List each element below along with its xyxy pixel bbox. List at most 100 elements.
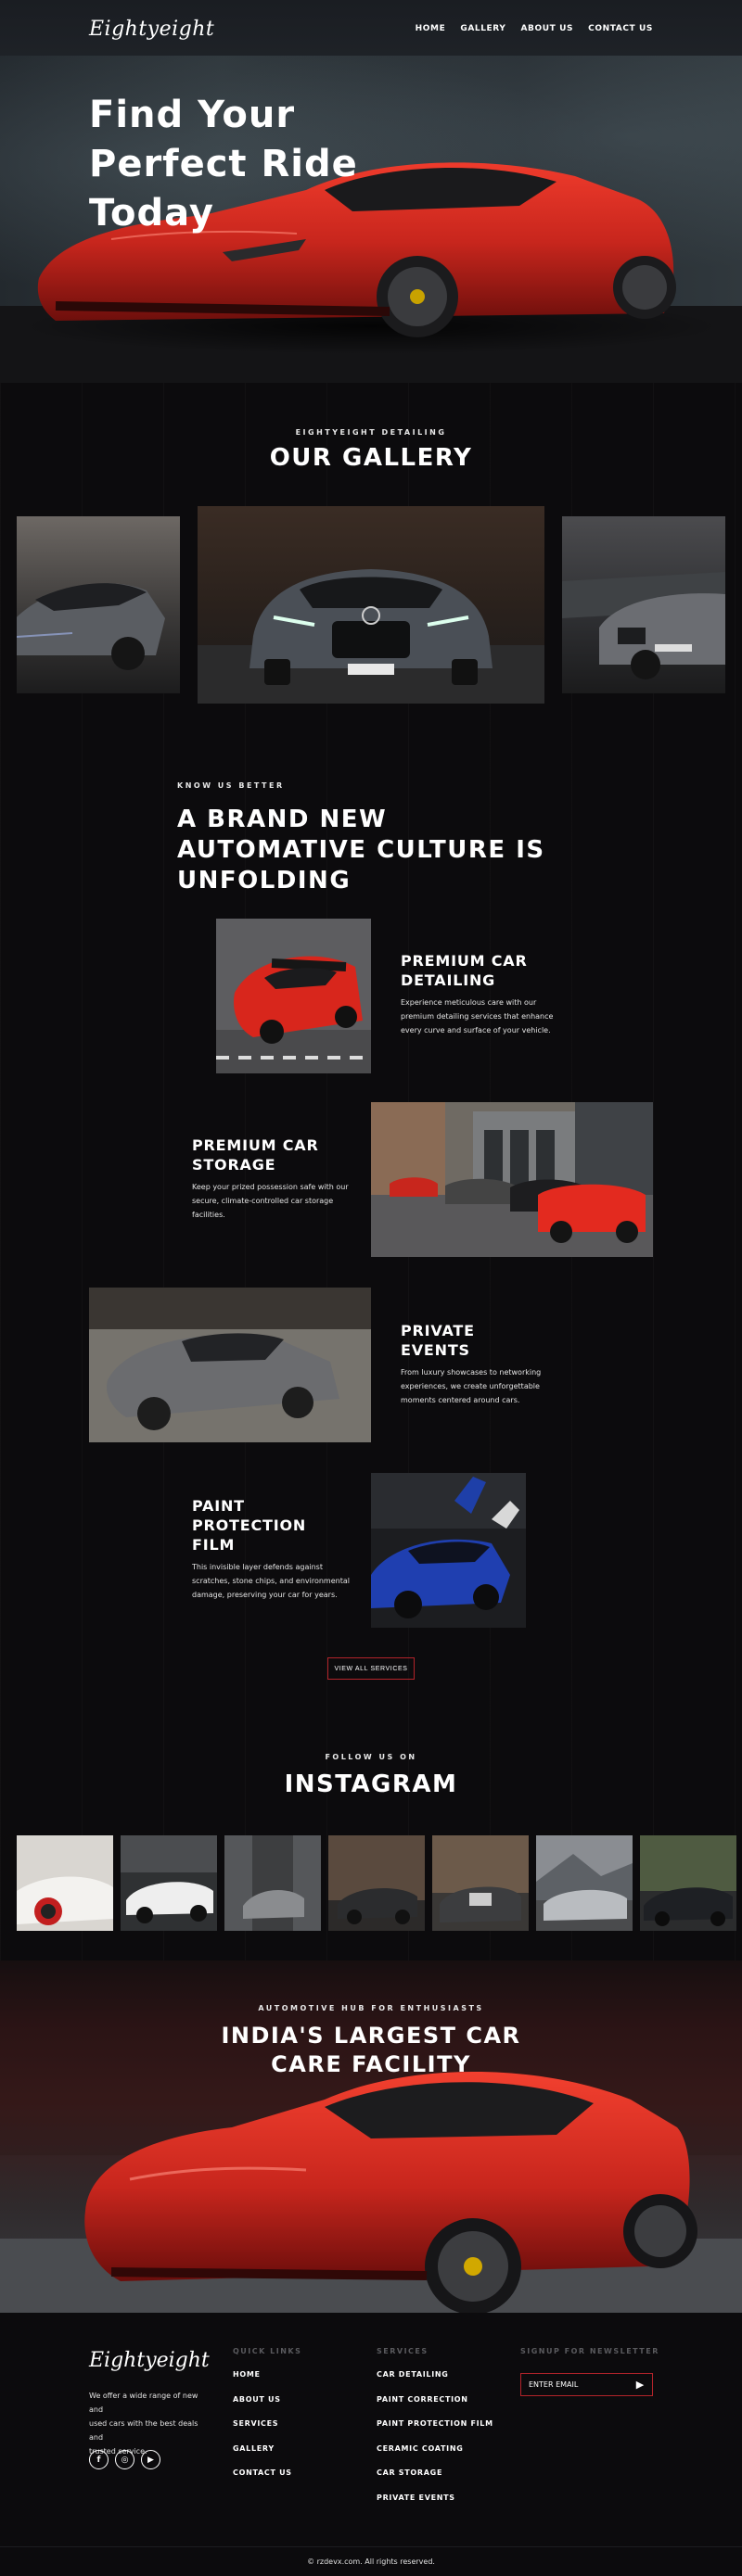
service-desc-ppf: This invisible layer defends against scr… xyxy=(192,1560,350,1602)
service-desc-line: Keep your prized possession safe with ou… xyxy=(192,1183,349,1191)
gallery-title: OUR GALLERY xyxy=(269,444,473,472)
service-title-detailing: PREMIUM CAR DETAILING xyxy=(401,951,528,990)
service-title-line: PAINT xyxy=(192,1497,245,1515)
gallery-image-center[interactable] xyxy=(198,506,544,704)
footer-link-services[interactable]: SERVICES xyxy=(233,2419,301,2444)
service-title-line: PRIVATE xyxy=(401,1322,475,1339)
instagram-post[interactable] xyxy=(17,1835,113,1931)
service-title-line: PREMIUM CAR xyxy=(401,952,528,970)
service-desc-line: secure, climate-controlled car storage xyxy=(192,1197,334,1205)
banner-text: AUTOMOTIVE HUB FOR ENTHUSIASTS INDIA'S L… xyxy=(0,2004,742,2079)
about-header: KNOW US BETTER A BRAND NEW AUTOMATIVE CU… xyxy=(177,781,545,896)
footer-service-link[interactable]: CERAMIC COATING xyxy=(377,2444,493,2469)
service-title-ppf: PAINT PROTECTION FILM xyxy=(192,1496,306,1554)
footer-link-gallery[interactable]: GALLERY xyxy=(233,2444,301,2469)
service-title-line: EVENTS xyxy=(401,1341,470,1359)
footer-services: SERVICES CAR DETAILING PAINT CORRECTION … xyxy=(377,2347,493,2518)
banner-eyebrow: AUTOMOTIVE HUB FOR ENTHUSIASTS xyxy=(258,2004,484,2012)
footer-about-line: We offer a wide range of new and xyxy=(89,2392,198,2414)
banner-title-line: INDIA'S LARGEST CAR xyxy=(221,2023,521,2049)
about-title-line: A BRAND NEW xyxy=(177,806,388,833)
nav-contact-link[interactable]: CONTACT US xyxy=(588,24,653,33)
instagram-post[interactable] xyxy=(432,1835,529,1931)
footer-link-home[interactable]: HOME xyxy=(233,2370,301,2395)
footer-about-line: used cars with the best deals and xyxy=(89,2419,198,2442)
footer-logo[interactable]: Eightyeight xyxy=(89,2349,210,2372)
footer-service-link[interactable]: CAR DETAILING xyxy=(377,2370,493,2395)
about-title-line: AUTOMATIVE CULTURE IS xyxy=(177,836,545,864)
newsletter-form: ▶ xyxy=(520,2373,653,2396)
instagram-header: FOLLOW US ON INSTAGRAM xyxy=(0,1753,742,1798)
facebook-icon[interactable]: f xyxy=(89,2450,109,2469)
service-desc-line: From luxury showcases to networking xyxy=(401,1368,542,1377)
footer-link-contact[interactable]: CONTACT US xyxy=(233,2468,301,2494)
footer-service-link[interactable]: PAINT CORRECTION xyxy=(377,2395,493,2420)
copyright: © rzdevx.com. All rights reserved. xyxy=(0,2546,742,2576)
service-desc-line: This invisible layer defends against xyxy=(192,1563,323,1571)
instagram-icon[interactable]: ◎ xyxy=(115,2450,134,2469)
service-desc-line: scratches, stone chips, and environmenta… xyxy=(192,1577,350,1585)
nav-home-link[interactable]: HOME xyxy=(416,24,446,33)
footer-service-link[interactable]: CAR STORAGE xyxy=(377,2468,493,2494)
newsletter-title: SIGNUP FOR NEWSLETTER xyxy=(520,2347,659,2355)
service-image-events xyxy=(89,1288,371,1442)
youtube-icon[interactable]: ▶ xyxy=(141,2450,160,2469)
top-navbar: Eightyeight HOME GALLERY ABOUT US CONTAC… xyxy=(0,0,742,57)
service-image-detailing xyxy=(216,919,371,1073)
service-image-storage xyxy=(371,1102,653,1257)
service-desc-line: damage, preserving your car for years. xyxy=(192,1591,338,1599)
service-desc-line: experiences, we create unforgettable xyxy=(401,1382,540,1390)
footer-quick-links: QUICK LINKS HOME ABOUT US SERVICES GALLE… xyxy=(233,2347,301,2494)
instagram-post[interactable] xyxy=(224,1835,321,1931)
instagram-post[interactable] xyxy=(536,1835,633,1931)
about-title: A BRAND NEW AUTOMATIVE CULTURE IS UNFOLD… xyxy=(177,805,545,896)
play-arrow-icon[interactable]: ▶ xyxy=(633,2379,646,2392)
gallery-image-left[interactable] xyxy=(17,516,180,693)
service-desc-events: From luxury showcases to networking expe… xyxy=(401,1365,541,1407)
service-desc-line: facilities. xyxy=(192,1211,225,1219)
instagram-post[interactable] xyxy=(328,1835,425,1931)
service-desc-detailing: Experience meticulous care with our prem… xyxy=(401,996,553,1037)
service-title-events: PRIVATE EVENTS xyxy=(401,1321,475,1360)
service-image-ppf xyxy=(371,1473,526,1628)
hero-title-line: Today xyxy=(89,192,214,235)
nav-links: HOME GALLERY ABOUT US CONTACT US xyxy=(416,24,653,33)
hero-title: Find Your Perfect Ride Today xyxy=(89,91,358,238)
about-title-line: UNFOLDING xyxy=(177,867,352,895)
services-title: SERVICES xyxy=(377,2347,429,2355)
service-desc-line: premium detailing services that enhance xyxy=(401,1012,554,1021)
about-eyebrow: KNOW US BETTER xyxy=(177,781,285,790)
banner-title-line: CARE FACILITY xyxy=(271,2051,471,2077)
newsletter-email-input[interactable] xyxy=(529,2380,631,2389)
gallery-image-right[interactable] xyxy=(562,516,725,693)
hero-title-line: Perfect Ride xyxy=(89,143,358,185)
instagram-eyebrow: FOLLOW US ON xyxy=(325,1753,417,1761)
instagram-post[interactable] xyxy=(640,1835,736,1931)
banner-title: INDIA'S LARGEST CAR CARE FACILITY xyxy=(0,2022,742,2079)
instagram-title: INSTAGRAM xyxy=(284,1770,458,1798)
footer-service-link[interactable]: PAINT PROTECTION FILM xyxy=(377,2419,493,2444)
quick-links-title: QUICK LINKS xyxy=(233,2347,302,2355)
instagram-post[interactable] xyxy=(121,1835,217,1931)
service-title-line: PREMIUM CAR xyxy=(192,1136,319,1154)
service-desc-line: Experience meticulous care with our xyxy=(401,998,537,1007)
footer-about: We offer a wide range of new and used ca… xyxy=(89,2389,210,2458)
footer-service-link[interactable]: PRIVATE EVENTS xyxy=(377,2494,493,2519)
nav-gallery-link[interactable]: GALLERY xyxy=(460,24,505,33)
service-title-storage: PREMIUM CAR STORAGE xyxy=(192,1136,319,1174)
view-all-services-button[interactable]: VIEW ALL SERVICES xyxy=(327,1657,415,1680)
service-title-line: PROTECTION xyxy=(192,1516,307,1534)
service-desc-line: every curve and surface of your vehicle. xyxy=(401,1026,551,1034)
service-title-line: STORAGE xyxy=(192,1156,276,1174)
service-desc-storage: Keep your prized possession safe with ou… xyxy=(192,1180,349,1222)
service-title-line: DETAILING xyxy=(401,971,496,989)
footer-link-about[interactable]: ABOUT US xyxy=(233,2395,301,2420)
hero-title-line: Find Your xyxy=(89,94,296,136)
brand-logo[interactable]: Eightyeight xyxy=(89,18,214,41)
social-links: f ◎ ▶ xyxy=(89,2450,160,2469)
gallery-eyebrow: EIGHTYEIGHT DETAILING xyxy=(295,428,447,437)
service-desc-line: moments centered around cars. xyxy=(401,1396,520,1404)
gallery-header: EIGHTYEIGHT DETAILING OUR GALLERY xyxy=(0,428,742,472)
nav-about-link[interactable]: ABOUT US xyxy=(520,24,573,33)
footer-newsletter: SIGNUP FOR NEWSLETTER xyxy=(520,2347,659,2370)
